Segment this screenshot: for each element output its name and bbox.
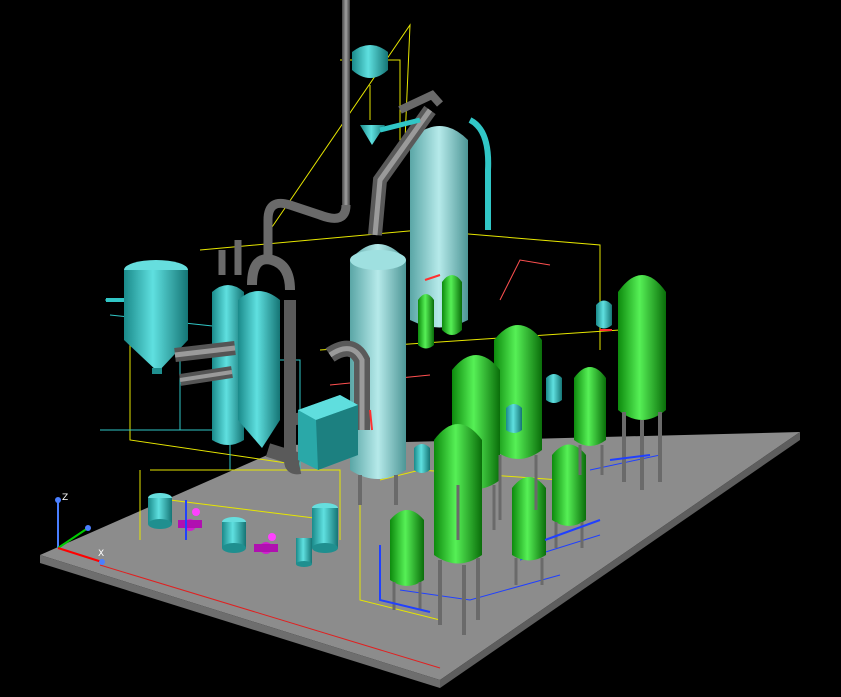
cyan-tank-front-3[interactable] bbox=[312, 503, 338, 553]
ucs-z-label: Z bbox=[62, 493, 68, 503]
ucs-z-knob bbox=[55, 497, 61, 503]
stack-shaft bbox=[342, 0, 350, 210]
cyan-receiver-4[interactable] bbox=[414, 444, 430, 473]
green-vessel-back-a[interactable] bbox=[494, 325, 542, 459]
ucs-y-knob bbox=[85, 525, 91, 531]
green-vessel-mid-right[interactable] bbox=[574, 367, 606, 446]
cyan-receiver-2[interactable] bbox=[546, 374, 562, 403]
cyan-tank-front-2[interactable] bbox=[222, 517, 246, 553]
cyan-tank-front-1[interactable] bbox=[148, 493, 172, 529]
cyan-tank-front-4[interactable] bbox=[296, 538, 312, 567]
stack-elbow-pipe bbox=[263, 198, 351, 260]
ucs-x-label: X bbox=[98, 549, 104, 559]
model-viewport[interactable]: Z X bbox=[0, 0, 841, 697]
cyan-dryer-tower-2[interactable] bbox=[238, 254, 295, 448]
cyan-receiver-1[interactable] bbox=[596, 300, 612, 329]
green-reactor-small-2[interactable] bbox=[442, 275, 462, 335]
ucs-x-knob bbox=[99, 559, 105, 565]
green-reactor-small-1[interactable] bbox=[418, 294, 434, 349]
plant-3d-model[interactable]: Z X bbox=[0, 0, 841, 697]
cyan-receiver-3[interactable] bbox=[506, 404, 522, 433]
